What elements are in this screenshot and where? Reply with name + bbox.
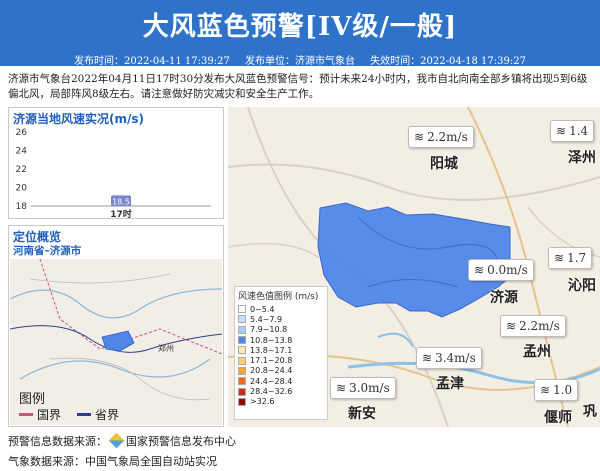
warning-source: 预警信息数据来源： 国家预警信息发布中心 bbox=[8, 432, 236, 449]
y-tick-label: 22 bbox=[16, 165, 27, 175]
wind-color-legend: 风速色值图例 (m/s) 0~5.4 5.4~7.9 7.9~10.8 10.8~13… bbox=[234, 286, 328, 420]
warning-header: 大风蓝色预警[IV级/一般] 发布时间：2022-04-11 17:39:27 … bbox=[0, 0, 600, 67]
data-label: 18.5 bbox=[112, 197, 130, 206]
y-tick-label: 18 bbox=[16, 202, 28, 212]
wind-speed-chart: 18 20 22 24 26 18.5 17时 bbox=[16, 128, 211, 220]
wind-legend-title: 风速色值图例 (m/s) bbox=[238, 292, 319, 302]
expire-time: 失效时间：2022-04-18 17:39:27 bbox=[370, 56, 526, 67]
publish-time: 发布时间：2022-04-11 17:39:27 bbox=[74, 56, 230, 67]
wind-legend-swatch bbox=[238, 325, 246, 334]
y-tick-label: 20 bbox=[16, 184, 28, 194]
wind-icon: ≋ bbox=[422, 351, 433, 365]
wind-station-5[interactable]: ≋ 3.4m/s bbox=[416, 347, 482, 369]
wind-legend-row: 0~5.4 bbox=[238, 304, 327, 314]
wind-legend-row: 20.8~24.4 bbox=[238, 366, 327, 376]
wind-station-2[interactable]: ≋ 0.0m/s bbox=[468, 259, 534, 281]
y-tick-label: 26 bbox=[16, 128, 28, 138]
wind-station-6[interactable]: ≋ 3.0m/s bbox=[330, 377, 396, 399]
weather-source: 气象数据来源：中国气象局全国自动站实况 bbox=[8, 455, 217, 468]
wind-legend-label: >32.6 bbox=[250, 397, 275, 407]
city-label-yangcheng: 阳城 bbox=[430, 156, 458, 172]
wind-station-1[interactable]: ≋ 1.4 bbox=[550, 120, 595, 142]
provincial-border-label: 省界 bbox=[95, 408, 120, 422]
wind-legend-swatch bbox=[238, 366, 246, 375]
wind-legend-swatch bbox=[238, 346, 246, 355]
wind-icon: ≋ bbox=[336, 381, 347, 395]
national-border-swatch bbox=[19, 413, 33, 416]
wind-legend-row: 10.8~13.8 bbox=[238, 335, 327, 345]
mini-map-city-label: 郑州 bbox=[158, 343, 174, 353]
wind-icon: ≋ bbox=[554, 251, 565, 265]
city-label-mengjin: 孟津 bbox=[436, 376, 464, 392]
location-legend-title: 图例 bbox=[19, 392, 46, 407]
provincial-border-swatch bbox=[77, 413, 92, 416]
wind-legend-row: 5.4~7.9 bbox=[238, 314, 327, 324]
warning-source-name: 国家预警信息发布中心 bbox=[126, 435, 236, 448]
wind-legend-swatch bbox=[238, 356, 246, 365]
location-panel: 定位概览 河南省–济源市 郑州 图例 国界 省界 bbox=[8, 225, 224, 427]
warning-title: 大风蓝色预警[IV级/一般] bbox=[142, 12, 458, 42]
wind-icon: ≋ bbox=[540, 383, 551, 397]
wind-station-3[interactable]: ≋ 1.7 bbox=[548, 247, 593, 269]
wind-legend-row: 17.1~20.8 bbox=[238, 355, 327, 365]
warning-meta: 发布时间：2022-04-11 17:39:27 发布单位：济源市气象台 失效时… bbox=[0, 52, 600, 67]
wind-legend-swatch bbox=[238, 336, 246, 345]
wind-legend-label: 7.9~10.8 bbox=[250, 325, 288, 335]
wind-legend-swatch bbox=[238, 387, 246, 396]
city-label-yanshi: 偃师 bbox=[544, 410, 572, 426]
wind-legend-label: 28.4~32.6 bbox=[250, 387, 293, 397]
wind-legend-row: 7.9~10.8 bbox=[238, 325, 327, 335]
wind-legend-label: 0~5.4 bbox=[250, 304, 275, 314]
wind-legend-row: 24.4~28.4 bbox=[238, 376, 327, 386]
wind-station-4[interactable]: ≋ 2.2m/s bbox=[500, 315, 566, 337]
wind-legend-label: 24.4~28.4 bbox=[250, 376, 293, 386]
location-region: 河南省–济源市 bbox=[13, 245, 82, 257]
wind-legend-row: 28.4~32.6 bbox=[238, 386, 327, 396]
y-tick-label: 24 bbox=[16, 147, 28, 157]
city-label-qinyang: 沁阳 bbox=[568, 278, 596, 294]
city-label-zezhou: 泽州 bbox=[568, 150, 596, 166]
wind-legend-label: 17.1~20.8 bbox=[250, 356, 293, 366]
x-tick-label: 17时 bbox=[110, 208, 132, 220]
wind-speed-panel: 济源当地风速实况(m/s) 18 20 22 24 26 18.5 17时 bbox=[8, 107, 224, 220]
wind-legend-label: 5.4~7.9 bbox=[250, 314, 283, 324]
wind-icon: ≋ bbox=[506, 319, 517, 333]
wind-legend-swatch bbox=[238, 397, 246, 406]
wind-legend-swatch bbox=[238, 315, 246, 324]
wind-legend-label: 20.8~24.4 bbox=[250, 366, 293, 376]
wind-station-0[interactable]: ≋ 2.2m/s bbox=[408, 126, 474, 148]
wind-icon: ≋ bbox=[474, 263, 485, 277]
wind-legend-row: 13.8~17.1 bbox=[238, 345, 327, 355]
wind-legend-swatch bbox=[238, 377, 246, 386]
city-label-xinan: 新安 bbox=[348, 406, 376, 422]
city-label-gong: 巩 bbox=[583, 404, 597, 420]
city-label-jiyuan: 济源 bbox=[490, 290, 518, 306]
warning-description: 济源市气象台2022年04月11日17时30分发布大风蓝色预警信号：预计未来24… bbox=[8, 73, 588, 100]
wind-legend-label: 13.8~17.1 bbox=[250, 345, 293, 355]
wind-icon: ≋ bbox=[556, 124, 567, 138]
warning-center-logo-icon bbox=[108, 432, 125, 449]
wind-legend-swatch bbox=[238, 305, 246, 314]
national-border-label: 国界 bbox=[37, 408, 62, 422]
wind-legend-row: >32.6 bbox=[238, 397, 327, 407]
location-legend-items: 国界 省界 bbox=[19, 406, 119, 423]
wind-icon: ≋ bbox=[414, 130, 425, 144]
wind-station-7[interactable]: ≋ 1.0 bbox=[534, 379, 579, 401]
publisher: 发布单位：济源市气象台 bbox=[245, 56, 355, 67]
warning-source-label: 预警信息数据来源： bbox=[8, 435, 107, 448]
city-label-mengzhou: 孟州 bbox=[523, 344, 551, 360]
wind-legend-label: 10.8~13.8 bbox=[250, 335, 293, 345]
